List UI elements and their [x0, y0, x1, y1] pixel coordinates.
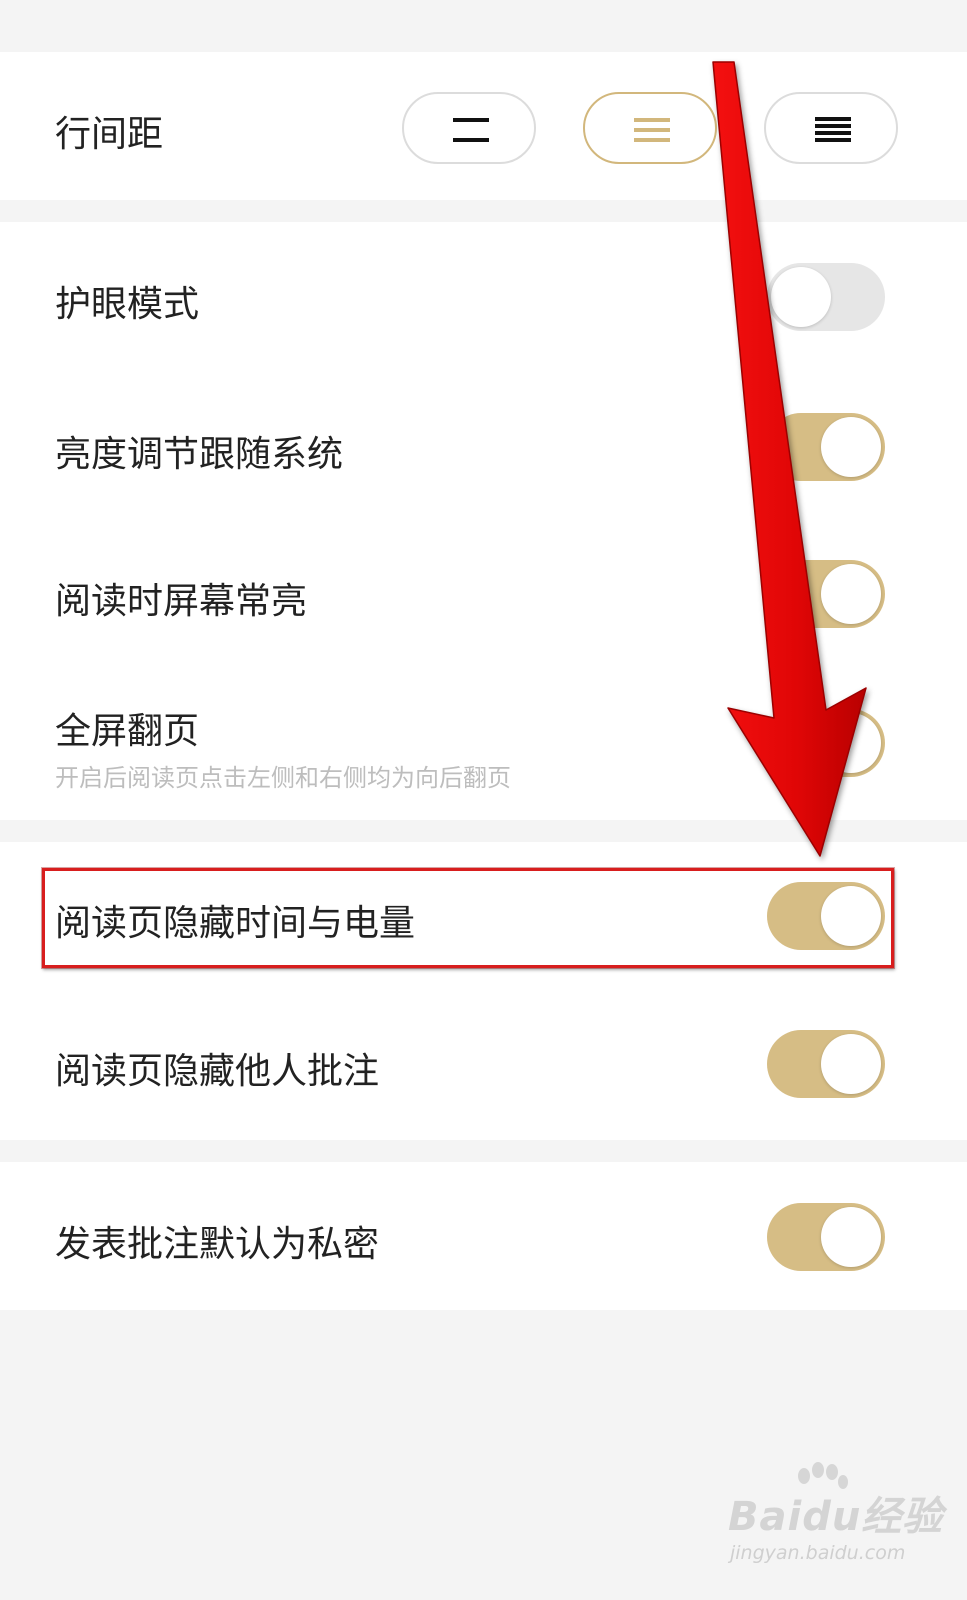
line-spacing-medium-icon: [634, 118, 670, 142]
line-spacing-label: 行间距: [55, 114, 164, 155]
highlight-box: [42, 868, 894, 968]
hide-others-notes-toggle[interactable]: [767, 1030, 885, 1098]
private-by-default-label: 发表批注默认为私密: [55, 1224, 380, 1265]
keep-screen-on-label: 阅读时屏幕常亮: [55, 581, 308, 622]
fullscreen-page-turn-toggle[interactable]: [767, 709, 885, 777]
toggle-knob: [821, 417, 881, 477]
brightness-follow-system-label: 亮度调节跟随系统: [55, 434, 344, 475]
annotation-settings-section: 发表批注默认为私密: [0, 1162, 967, 1310]
watermark-brand: Baidu经验: [728, 1494, 944, 1540]
toggle-knob: [771, 267, 831, 327]
toggle-knob: [821, 1034, 881, 1094]
watermark-url: jingyan.baidu.com: [730, 1542, 906, 1564]
keep-screen-on-toggle[interactable]: [767, 560, 885, 628]
line-spacing-small-button[interactable]: [402, 92, 536, 164]
fullscreen-page-turn-label: 全屏翻页: [55, 711, 200, 752]
fullscreen-page-turn-description: 开启后阅读页点击左侧和右侧均为向后翻页: [55, 764, 511, 792]
line-spacing-large-icon: [815, 117, 851, 142]
eye-care-mode-row: 护眼模式: [0, 222, 967, 372]
toggle-knob: [821, 713, 881, 773]
eye-care-mode-label: 护眼模式: [55, 284, 200, 325]
fullscreen-page-turn-row: 全屏翻页 开启后阅读页点击左侧和右侧均为向后翻页: [0, 672, 967, 820]
toggle-knob: [821, 564, 881, 624]
keep-screen-on-row: 阅读时屏幕常亮: [0, 522, 967, 672]
hide-others-notes-row: 阅读页隐藏他人批注: [0, 992, 967, 1140]
line-spacing-small-icon: [453, 118, 489, 142]
hide-others-notes-label: 阅读页隐藏他人批注: [55, 1051, 380, 1092]
brightness-follow-system-row: 亮度调节跟随系统: [0, 372, 967, 522]
eye-care-mode-toggle[interactable]: [767, 263, 885, 331]
private-by-default-toggle[interactable]: [767, 1203, 885, 1271]
brightness-follow-system-toggle[interactable]: [767, 413, 885, 481]
line-spacing-medium-button[interactable]: [583, 92, 717, 164]
toggle-knob: [821, 1207, 881, 1267]
baidu-watermark: Baidu经验 jingyan.baidu.com: [728, 1462, 942, 1572]
line-spacing-large-button[interactable]: [764, 92, 898, 164]
